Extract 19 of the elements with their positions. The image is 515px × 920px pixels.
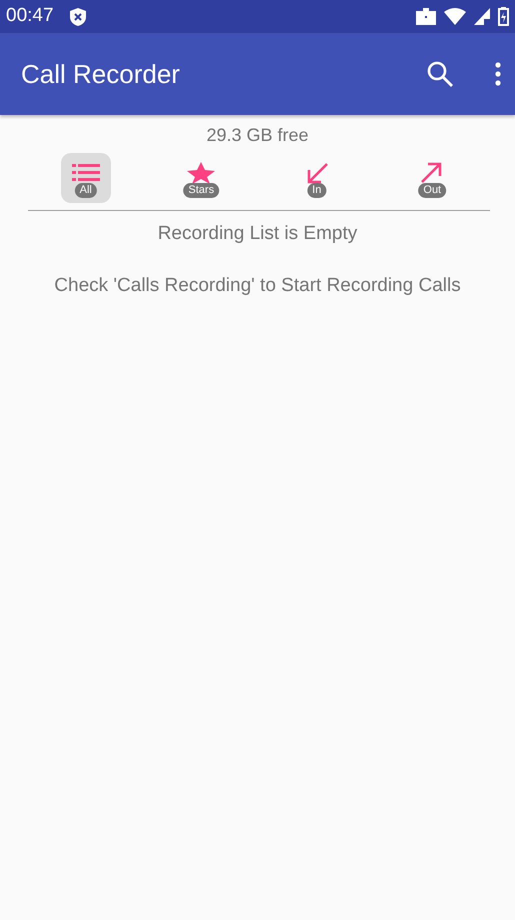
search-icon[interactable] [427,61,453,87]
battery-icon [498,7,509,26]
app-title: Call Recorder [21,58,180,90]
filter-tab[interactable]: Stars [176,153,226,203]
wifi-icon [444,8,466,25]
more-options-icon[interactable] [495,62,501,86]
shield-icon [70,8,86,26]
empty-title: Recording List is Empty [158,223,358,244]
status-time: 00:47 [6,4,54,28]
filter-tab[interactable]: Out [407,153,458,203]
star-icon [186,162,216,184]
filter-tab[interactable]: In [292,153,342,203]
free-space-label: 29.3 GB free [206,125,309,145]
briefcase-icon [416,8,436,25]
filter-tab[interactable]: All [60,153,111,203]
list-icon [72,162,100,184]
outgoing-arrow-icon [420,162,444,184]
signal-icon [474,8,490,25]
empty-hint: Check 'Calls Recording' to Start Recording Calls [54,274,461,296]
